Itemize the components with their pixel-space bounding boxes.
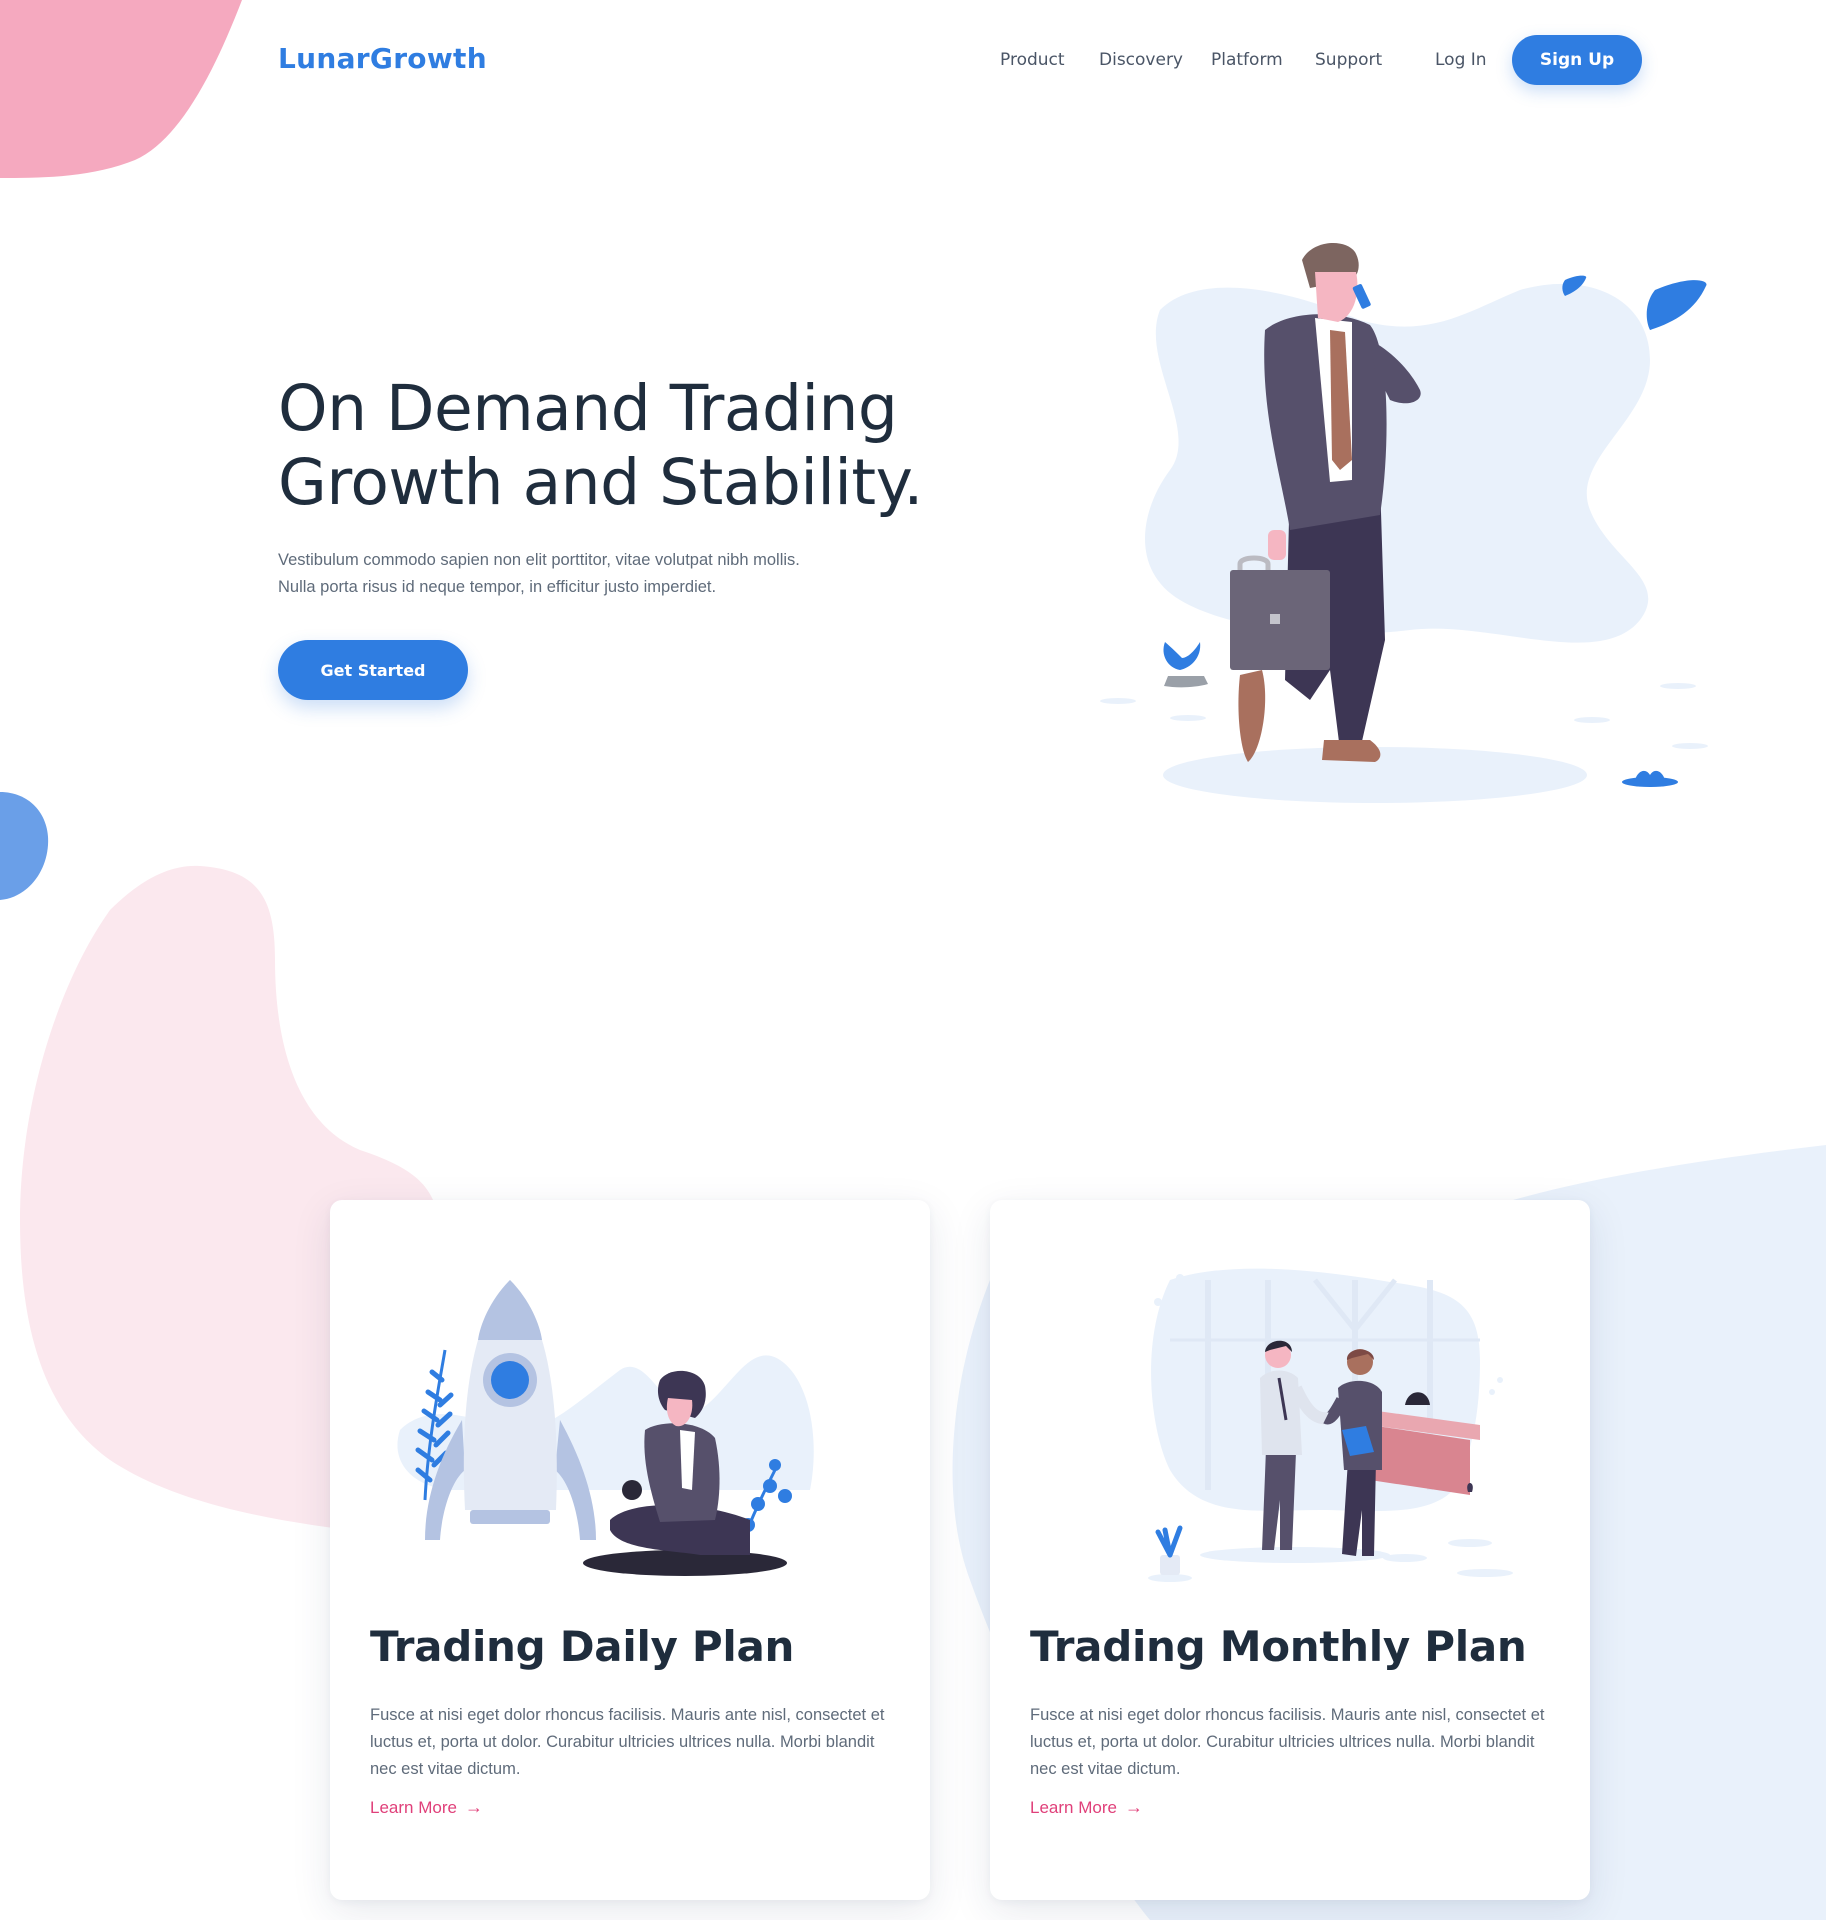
nav-item-discovery[interactable]: Discovery [1099,50,1183,70]
rocket-illustration [397,1280,814,1576]
arrow-right-icon: → [1124,1797,1143,1817]
man-right-legs [1342,1460,1376,1556]
man-right-torso [1338,1380,1382,1470]
man-shoe [1238,670,1266,762]
signup-button[interactable]: Sign Up [1512,35,1642,85]
man-face [1315,272,1358,322]
login-link[interactable]: Log In [1435,50,1487,70]
leaf-icon [1646,280,1707,330]
rock-icon [1164,676,1208,688]
card-title: Trading Daily Plan [370,1622,795,1671]
hero-description-line-1: Vestibulum commodo sapien non elit portt… [278,551,800,569]
learn-more-link[interactable]: Learn More → [370,1797,483,1818]
plant-icon [1635,770,1665,780]
plan-card-monthly: Trading Monthly Plan Fusce at nisi eget … [990,1200,1590,1900]
ground-dash [1100,698,1136,704]
man-shoe [1322,740,1381,762]
briefcase-clasp [1270,614,1280,624]
card-description: Fusce at nisi eget dolor rhoncus facilis… [1030,1706,1545,1778]
arrow-right-icon: → [464,1797,483,1817]
card-description: Fusce at nisi eget dolor rhoncus facilis… [370,1706,885,1778]
learn-more-label: Learn More [370,1797,457,1817]
object-icon [622,1480,642,1500]
ground-dash [1660,683,1696,689]
plant-icon [1163,642,1201,670]
plan-card-daily: Trading Daily Plan Fusce at nisi eget do… [330,1200,930,1900]
man-hand [1268,530,1286,560]
card-title: Trading Monthly Plan [1030,1622,1527,1671]
hole-shadow [583,1550,787,1576]
plant-icon [1467,1483,1473,1492]
ground-dash [1170,715,1206,721]
hero-title: On Demand Trading Growth and Stability. [278,372,1038,520]
rocket-base [470,1510,550,1524]
hero-title-line-1: On Demand Trading [278,372,898,445]
nav-item-platform[interactable]: Platform [1211,50,1283,70]
plant-pot [1160,1555,1180,1575]
nav-item-product[interactable]: Product [1000,50,1065,70]
plant-icon [1155,1525,1183,1558]
pink-blob-top-left [0,0,242,178]
handshake-illustration [1148,1268,1513,1582]
get-started-button[interactable]: Get Started [278,640,468,700]
rocket-window-glass [491,1361,529,1399]
rocket-nose [478,1280,542,1340]
learn-more-link[interactable]: Learn More → [1030,1797,1143,1818]
hero-description: Vestibulum commodo sapien non elit portt… [278,547,878,601]
businessman-illustration [1100,242,1708,803]
hero-blob [1145,283,1650,643]
brand-logo[interactable]: LunarGrowth [278,42,487,75]
hero-title-line-2: Growth and Stability. [278,446,923,519]
ground-dash [1574,717,1610,723]
blue-blob-left [0,792,49,900]
ground-dash [1672,743,1708,749]
man-left-legs [1262,1450,1296,1550]
hero-description-line-2: Nulla porta risus id neque tempor, in ef… [278,578,717,596]
learn-more-label: Learn More [1030,1797,1117,1817]
nav-item-support[interactable]: Support [1315,50,1382,70]
